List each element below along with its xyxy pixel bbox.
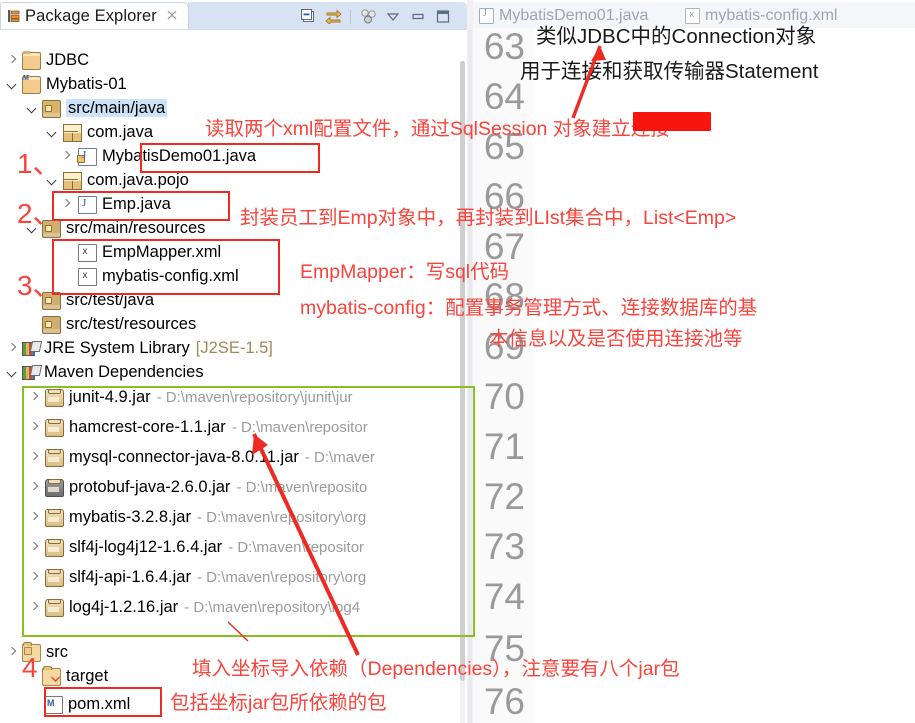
tab-package-explorer[interactable]: Package Explorer <box>0 2 189 29</box>
step-number-2: 2、 <box>17 198 61 229</box>
annotation-black-note-1: 类似JDBC中的Connection对象 <box>536 25 817 48</box>
package-explorer-icon <box>7 9 20 23</box>
highlight-box-pom-xml <box>44 687 162 717</box>
tree-item-label: com.java <box>87 123 154 141</box>
highlight-box-emp-java <box>52 191 230 221</box>
line-number: 73 <box>483 526 525 567</box>
explorer-toolbar <box>300 9 451 26</box>
annotation-note-4: mybatis-config：配置事务管理方式、连接数据库的基 <box>300 297 758 319</box>
minimize-icon[interactable] <box>410 9 426 24</box>
tree-item-jdbc[interactable]: JDBC <box>0 48 467 72</box>
chevron-down-icon[interactable] <box>6 78 19 91</box>
tree-item-label: Mybatis-01 <box>46 75 127 93</box>
resource-folder-icon <box>42 316 61 334</box>
package-icon <box>63 171 82 190</box>
maven-project-icon <box>22 75 41 94</box>
tree-item-label: src <box>46 643 68 661</box>
chevron-right-icon[interactable] <box>6 646 19 659</box>
chevron-down-icon[interactable] <box>385 9 401 24</box>
chevron-right-icon[interactable] <box>6 54 19 67</box>
annotation-note-3: EmpMapper：写sql代码 <box>300 261 510 283</box>
tree-item-detail: [J2SE-1.5] <box>195 339 273 357</box>
folder-icon <box>42 666 61 686</box>
highlight-box-mybatisdemo01 <box>140 143 320 173</box>
tree-item-label: JDBC <box>46 51 90 69</box>
step-number-1: 1、 <box>17 148 61 179</box>
explorer-tabbar: Package Explorer <box>0 0 467 29</box>
tree-item-label: com.java.pojo <box>87 171 189 189</box>
highlight-box-xml-configs <box>52 239 280 295</box>
java-class-icon <box>77 147 97 166</box>
annotation-note-1: 读取两个xml配置文件，通过SqlSession 对象建立连接 <box>205 118 670 140</box>
view-menu-icon[interactable] <box>360 9 376 24</box>
line-number: 76 <box>483 681 525 722</box>
library-icon <box>22 365 39 381</box>
chevron-right-icon[interactable] <box>60 150 73 163</box>
line-number: 72 <box>483 476 525 517</box>
annotation-note-7: 包括坐标jar包所依赖的包 <box>170 692 387 714</box>
project-icon <box>22 51 41 70</box>
chevron-down-icon[interactable] <box>6 366 19 379</box>
package-icon <box>63 123 82 142</box>
toolbar-divider <box>350 9 351 24</box>
chevron-down-icon[interactable] <box>26 102 39 115</box>
line-number: 63 <box>483 26 525 67</box>
tree-item-label: src/main/resources <box>66 219 206 237</box>
tree-item-label: src/main/java <box>66 99 168 117</box>
library-icon <box>22 341 39 357</box>
tree-item-label: src/test/resources <box>66 315 197 333</box>
tab-label: Package Explorer <box>25 6 157 25</box>
link-with-editor-icon[interactable] <box>325 9 342 26</box>
tree-item-label: target <box>66 667 109 685</box>
line-number: 64 <box>483 76 525 117</box>
line-number: 74 <box>483 576 525 617</box>
tree-item-mybatis-01[interactable]: Mybatis-01 <box>0 72 467 96</box>
annotation-note-6: 填入坐标导入依赖（Dependencies），注意要有八个jar包 <box>192 658 680 680</box>
annotation-black-note-2: 用于连接和获取传输器Statement <box>520 60 819 83</box>
maximize-icon[interactable] <box>435 9 451 24</box>
collapse-all-icon[interactable] <box>300 9 316 24</box>
annotation-note-2: 封装员工到Emp对象中，再封装到LIst集合中，List<Emp> <box>240 207 737 229</box>
tree-item-label: Maven Dependencies <box>44 363 204 381</box>
step-number-3: 3、 <box>17 270 61 301</box>
java-file-icon <box>479 8 494 24</box>
chevron-down-icon[interactable] <box>46 126 59 139</box>
source-folder-icon <box>42 100 61 118</box>
tree-item-label: JRE System Library <box>44 339 190 357</box>
close-icon[interactable] <box>166 9 178 24</box>
highlight-box-maven-dependencies <box>22 386 475 637</box>
chevron-right-icon[interactable] <box>6 342 19 355</box>
tree-item-maven-dependencies[interactable]: Maven Dependencies <box>0 360 467 384</box>
tree-item-jre-system-library[interactable]: JRE System Library [J2SE-1.5] <box>0 336 467 360</box>
editor-view: MybatisDemo01.java mybatis-config.xml 63… <box>473 0 915 723</box>
line-number: 70 <box>483 376 525 417</box>
redaction-bar <box>633 112 711 131</box>
step-number-4: 4 <box>22 652 38 683</box>
annotation-note-5: 本信息以及是否使用连接池等 <box>489 328 743 350</box>
line-number: 71 <box>483 426 525 467</box>
